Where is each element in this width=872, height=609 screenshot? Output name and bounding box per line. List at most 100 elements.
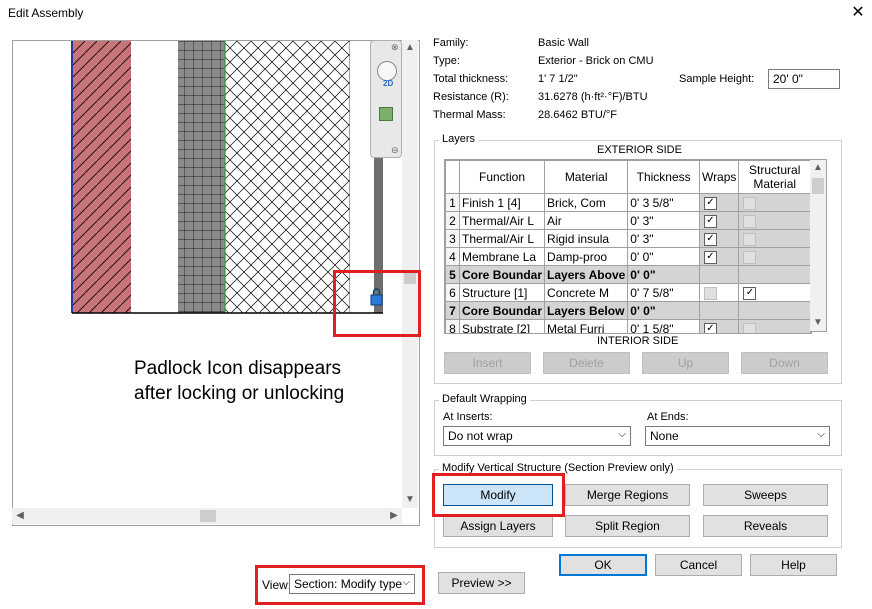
header-function[interactable]: Function [459, 160, 546, 194]
layers-table-scrollbar[interactable]: ▲ ▼ [810, 159, 827, 332]
table-row[interactable]: 5 Core Boundar Layers Above 0' 0" [445, 265, 811, 284]
scroll-right-icon[interactable]: ▶ [386, 508, 402, 524]
structural-cell[interactable] [738, 265, 811, 284]
insert-button[interactable]: Insert [444, 352, 531, 374]
function-cell[interactable]: Core Boundar [459, 301, 546, 320]
row-number[interactable]: 2 [445, 211, 461, 230]
material-cell[interactable]: Rigid insula [544, 229, 629, 248]
structural-cell[interactable] [738, 247, 811, 266]
wraps-checkbox[interactable]: ✓ [703, 250, 717, 264]
thickness-cell[interactable]: 0' 1 5/8" [627, 319, 700, 333]
thickness-cell[interactable]: 0' 3" [627, 211, 700, 230]
thickness-cell[interactable]: 0' 0" [627, 247, 700, 266]
wraps-checkbox[interactable]: ✓ [703, 232, 717, 246]
cancel-button[interactable]: Cancel [655, 554, 742, 576]
thickness-cell[interactable]: 0' 7 5/8" [627, 283, 700, 302]
wraps-cell[interactable] [698, 265, 740, 284]
material-cell[interactable]: Layers Above [544, 265, 629, 284]
horizontal-scroll-thumb[interactable] [200, 510, 216, 522]
header-structural[interactable]: Structural Material [738, 160, 811, 194]
wraps-checkbox[interactable]: ✓ [703, 196, 717, 210]
preview-button[interactable]: Preview >> [438, 572, 525, 594]
material-cell[interactable]: Layers Below [544, 301, 629, 320]
down-button[interactable]: Down [741, 352, 828, 374]
material-cell[interactable]: Metal Furri [544, 319, 629, 333]
function-cell[interactable]: Membrane La [459, 247, 546, 266]
wraps-cell[interactable] [698, 283, 740, 302]
structural-checkbox[interactable] [743, 214, 757, 228]
material-cell[interactable]: Air [544, 211, 629, 230]
steering-wheel-icon[interactable] [377, 61, 397, 81]
structural-cell[interactable] [738, 301, 811, 320]
structural-cell[interactable] [738, 229, 811, 248]
function-cell[interactable]: Thermal/Air L [459, 229, 546, 248]
function-cell[interactable]: Finish 1 [4] [459, 193, 546, 212]
table-row[interactable]: 3 Thermal/Air L Rigid insula 0' 3" ✓ [445, 229, 811, 248]
scroll-down-icon[interactable]: ▼ [402, 492, 418, 508]
preview-horizontal-scrollbar[interactable]: ◀ ▶ [12, 508, 402, 524]
close-nav-icon[interactable]: ⊗ [391, 42, 399, 53]
function-cell[interactable]: Substrate [2] [459, 319, 546, 333]
at-ends-select[interactable]: None ⌵ [645, 426, 830, 446]
at-inserts-select[interactable]: Do not wrap ⌵ [443, 426, 631, 446]
structural-checkbox[interactable] [743, 250, 757, 264]
structural-cell[interactable] [738, 211, 811, 230]
navigation-bar[interactable]: ⊗ 2D ⊖ [370, 40, 402, 158]
wraps-checkbox[interactable]: ✓ [703, 322, 717, 333]
row-number[interactable]: 7 [445, 301, 461, 320]
help-button[interactable]: Help [750, 554, 837, 576]
wraps-cell[interactable]: ✓ [698, 229, 740, 248]
structural-checkbox[interactable] [743, 322, 757, 333]
merge-regions-button[interactable]: Merge Regions [565, 484, 690, 506]
ok-button[interactable]: OK [559, 554, 647, 576]
thickness-cell[interactable]: 0' 3 5/8" [627, 193, 700, 212]
scroll-left-icon[interactable]: ◀ [12, 508, 28, 524]
table-row[interactable]: 8 Substrate [2] Metal Furri 0' 1 5/8" ✓ [445, 319, 811, 333]
wraps-cell[interactable]: ✓ [698, 247, 740, 266]
row-number[interactable]: 4 [445, 247, 461, 266]
row-number[interactable]: 8 [445, 319, 461, 333]
function-cell[interactable]: Thermal/Air L [459, 211, 546, 230]
reveals-button[interactable]: Reveals [703, 515, 828, 537]
thickness-cell[interactable]: 0' 0" [627, 301, 700, 320]
assign-layers-button[interactable]: Assign Layers [443, 515, 553, 537]
wraps-checkbox[interactable] [703, 286, 717, 300]
material-cell[interactable]: Brick, Com [544, 193, 629, 212]
sample-height-input[interactable]: 20' 0" [768, 69, 840, 89]
zoom-icon[interactable] [379, 107, 393, 121]
row-number[interactable]: 1 [445, 193, 461, 212]
split-region-button[interactable]: Split Region [565, 515, 690, 537]
header-material[interactable]: Material [544, 160, 629, 194]
structural-checkbox[interactable]: ✓ [743, 286, 757, 300]
structural-checkbox[interactable] [743, 196, 757, 210]
table-row[interactable]: 4 Membrane La Damp-proo 0' 0" ✓ [445, 247, 811, 266]
wraps-cell[interactable]: ✓ [698, 319, 740, 333]
up-button[interactable]: Up [642, 352, 729, 374]
row-number[interactable]: 5 [445, 265, 461, 284]
wraps-cell[interactable]: ✓ [698, 193, 740, 212]
table-row[interactable]: 2 Thermal/Air L Air 0' 3" ✓ [445, 211, 811, 230]
table-row[interactable]: 6 Structure [1] Concrete M 0' 7 5/8" ✓ [445, 283, 811, 302]
expand-icon[interactable]: ⊖ [391, 145, 399, 156]
thickness-cell[interactable]: 0' 0" [627, 265, 700, 284]
material-cell[interactable]: Concrete M [544, 283, 629, 302]
table-scroll-up-icon[interactable]: ▲ [810, 160, 826, 176]
row-number[interactable]: 3 [445, 229, 461, 248]
table-row[interactable]: 7 Core Boundar Layers Below 0' 0" [445, 301, 811, 320]
function-cell[interactable]: Core Boundar [459, 265, 546, 284]
structural-cell[interactable] [738, 319, 811, 333]
row-number[interactable]: 6 [445, 283, 461, 302]
function-cell[interactable]: Structure [1] [459, 283, 546, 302]
wraps-checkbox[interactable]: ✓ [703, 214, 717, 228]
sweeps-button[interactable]: Sweeps [703, 484, 828, 506]
structural-cell[interactable] [738, 193, 811, 212]
thickness-cell[interactable]: 0' 3" [627, 229, 700, 248]
scroll-up-icon[interactable]: ▲ [402, 40, 418, 56]
close-icon[interactable]: ✕ [848, 3, 868, 23]
delete-button[interactable]: Delete [543, 352, 630, 374]
table-scroll-thumb[interactable] [812, 178, 824, 194]
structural-checkbox[interactable] [743, 232, 757, 246]
material-cell[interactable]: Damp-proo [544, 247, 629, 266]
wraps-cell[interactable]: ✓ [698, 211, 740, 230]
wraps-cell[interactable] [698, 301, 740, 320]
